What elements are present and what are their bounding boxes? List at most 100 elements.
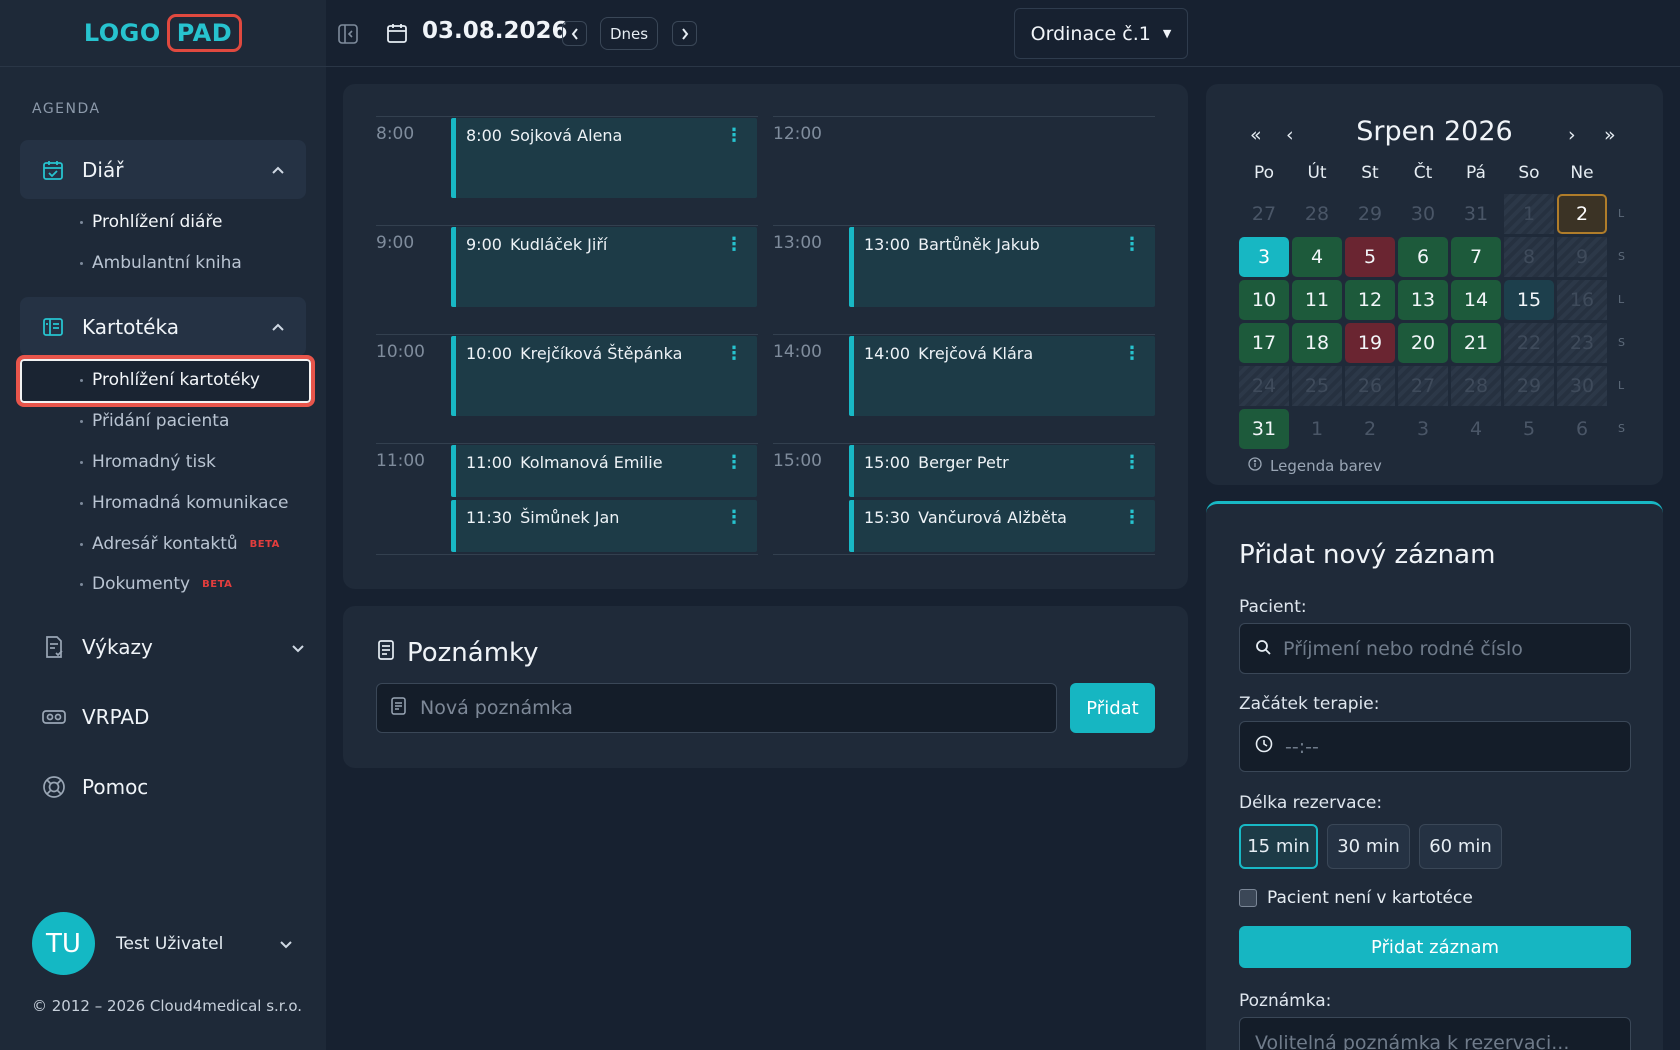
calendar-day[interactable]: 30 [1557,366,1607,406]
calendar-day[interactable]: 29 [1345,194,1395,234]
appointment[interactable]: 15:30 Vančurová Alžběta ⋮ [849,500,1155,552]
kebab-menu-icon[interactable]: ⋮ [1123,345,1141,363]
calendar-day[interactable]: 10 [1239,280,1289,320]
sidebar-item-dokumenty[interactable]: Dokumenty BETA [80,574,232,594]
calendar-day[interactable]: 23 [1557,323,1607,363]
appointment[interactable]: 11:30 Šimůnek Jan ⋮ [451,500,757,552]
not-in-records-checkbox[interactable] [1239,889,1257,907]
calendar-day[interactable]: 1 [1504,194,1554,234]
kebab-menu-icon[interactable]: ⋮ [725,509,743,527]
calendar-day[interactable]: 12 [1345,280,1395,320]
calendar-day[interactable]: 6 [1557,409,1607,449]
calendar-day[interactable]: 27 [1239,194,1289,234]
calendar-day[interactable]: 2 [1345,409,1395,449]
current-date[interactable]: 03.08.2026 [422,18,568,44]
appointment[interactable]: 13:00 Bartůněk Jakub ⋮ [849,227,1155,307]
calendar-day[interactable]: 31 [1239,409,1289,449]
calendar-day[interactable]: 1 [1292,409,1342,449]
sidebar-toggle-icon[interactable] [336,22,360,46]
start-time-input[interactable]: --:-- [1239,721,1631,772]
calendar-day[interactable]: 5 [1345,237,1395,277]
calendar-icon[interactable] [384,20,410,46]
calendar-day[interactable]: 4 [1451,409,1501,449]
appointment[interactable]: 10:00 Krejčíková Štěpánka ⋮ [451,336,757,416]
appointment[interactable]: 9:00 Kudláček Jiří ⋮ [451,227,757,307]
sidebar-item-adresar-kontaktu[interactable]: Adresář kontaktů BETA [80,534,280,554]
calendar-day[interactable]: 11 [1292,280,1342,320]
slot-divider [773,334,1155,335]
calendar-day[interactable]: 6 [1398,237,1448,277]
calendar-day[interactable]: 3 [1398,409,1448,449]
sidebar-item-prohlizeni-kartoteky[interactable]: Prohlížení kartotéky [80,370,260,390]
add-note-button[interactable]: Přidat [1070,683,1155,733]
sidebar-item-pridani-pacienta[interactable]: Přidání pacienta [80,411,229,431]
calendar-day[interactable]: 17 [1239,323,1289,363]
last-month-button[interactable]: » [1604,124,1616,146]
calendar-day[interactable]: 13 [1398,280,1448,320]
calendar-day[interactable]: 3 [1239,237,1289,277]
next-day-button[interactable] [672,21,697,46]
sidebar-item-prohlizeni-diare[interactable]: Prohlížení diáře [80,212,222,232]
appointment[interactable]: 8:00 Sojková Alena ⋮ [451,118,757,198]
next-month-button[interactable]: › [1568,124,1576,146]
calendar-day[interactable]: 22 [1504,323,1554,363]
calendar-day[interactable]: 8 [1504,237,1554,277]
sidebar-item-vrpad[interactable]: VRPAD [42,697,312,737]
kebab-menu-icon[interactable]: ⋮ [725,236,743,254]
patient-search-input[interactable]: Příjmení nebo rodné číslo [1239,623,1631,674]
kebab-menu-icon[interactable]: ⋮ [1123,454,1141,472]
sidebar-item-hromadny-tisk[interactable]: Hromadný tisk [80,452,216,472]
length-15-button[interactable]: 15 min [1239,824,1318,869]
sidebar-item-ambulantni-kniha[interactable]: Ambulantní kniha [80,253,242,273]
calendar-day[interactable]: 15 [1504,280,1554,320]
kebab-menu-icon[interactable]: ⋮ [725,127,743,145]
room-select[interactable]: Ordinace č.1 ▼ [1014,8,1188,59]
appointment-patient: Krejčíková Štěpánka [520,344,683,363]
sidebar-group-kartoteka[interactable]: Kartotéka [20,297,306,356]
appointment[interactable]: 14:00 Krejčová Klára ⋮ [849,336,1155,416]
calendar-day[interactable]: 14 [1451,280,1501,320]
calendar-day[interactable]: 16 [1557,280,1607,320]
today-button[interactable]: Dnes [600,17,658,50]
calendar-day[interactable]: 27 [1398,366,1448,406]
color-legend[interactable]: Legenda barev [1248,457,1382,475]
calendar-day[interactable]: 5 [1504,409,1554,449]
sidebar-item-vykazy[interactable]: Výkazy [42,627,312,667]
kebab-menu-icon[interactable]: ⋮ [725,345,743,363]
calendar-day[interactable]: 9 [1557,237,1607,277]
calendar-day[interactable]: 30 [1398,194,1448,234]
new-note-input[interactable]: Nová poznámka [376,683,1057,733]
sidebar-item-hromadna-komunikace[interactable]: Hromadná komunikace [80,493,288,513]
calendar-day[interactable]: 28 [1292,194,1342,234]
sidebar-group-diar[interactable]: Diář [20,140,306,199]
sidebar-item-pomoc[interactable]: Pomoc [42,767,312,807]
appointment[interactable]: 15:00 Berger Petr ⋮ [849,445,1155,497]
length-60-button[interactable]: 60 min [1419,824,1502,869]
not-in-records-row[interactable]: Pacient není v kartotéce [1239,888,1473,908]
add-record-button[interactable]: Přidat záznam [1239,926,1631,968]
calendar-day[interactable]: 19 [1345,323,1395,363]
calendar-day[interactable]: 24 [1239,366,1289,406]
kebab-menu-icon[interactable]: ⋮ [1123,509,1141,527]
kebab-menu-icon[interactable]: ⋮ [1123,236,1141,254]
calendar-day[interactable]: 26 [1345,366,1395,406]
logo[interactable]: LOGO PAD [84,14,243,52]
calendar-day[interactable]: 28 [1451,366,1501,406]
calendar-day[interactable]: 20 [1398,323,1448,363]
user-menu[interactable]: TU Test Uživatel [32,912,292,975]
length-30-button[interactable]: 30 min [1327,824,1410,869]
calendar-day[interactable]: 29 [1504,366,1554,406]
reservation-note-input[interactable]: Volitelná poznámka k rezervaci... [1239,1017,1631,1050]
calendar-day[interactable]: 2 [1557,194,1607,234]
calendar-day[interactable]: 21 [1451,323,1501,363]
calendar-day[interactable]: 4 [1292,237,1342,277]
calendar-day[interactable]: 25 [1292,366,1342,406]
sidebar-item-label: Adresář kontaktů [92,534,238,554]
copyright: © 2012 – 2026 Cloud4medical s.r.o. [32,997,303,1015]
prev-day-button[interactable] [562,21,587,46]
calendar-day[interactable]: 31 [1451,194,1501,234]
calendar-day[interactable]: 7 [1451,237,1501,277]
kebab-menu-icon[interactable]: ⋮ [725,454,743,472]
calendar-day[interactable]: 18 [1292,323,1342,363]
appointment[interactable]: 11:00 Kolmanová Emilie ⋮ [451,445,757,497]
